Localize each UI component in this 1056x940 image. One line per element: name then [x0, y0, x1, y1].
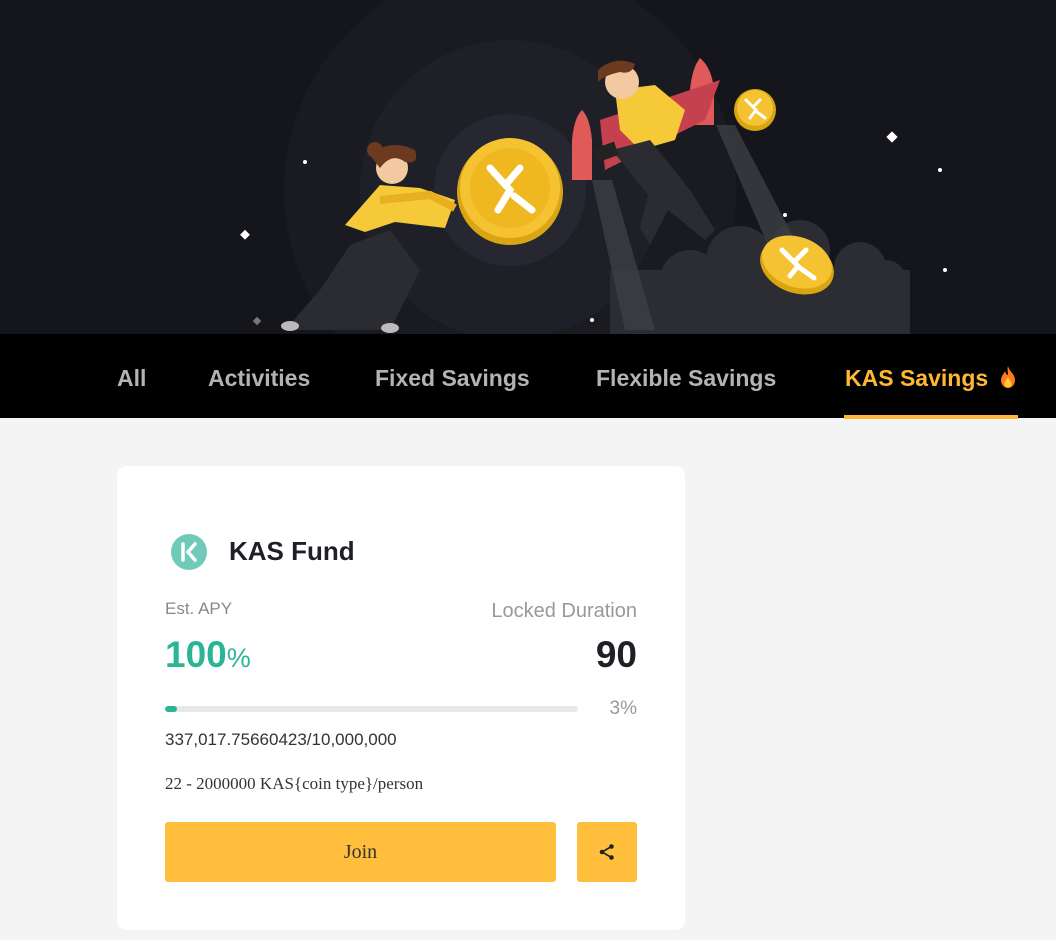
kas-coin-icon [169, 532, 209, 572]
subscription-progress-bar [165, 706, 578, 712]
hero-illustration [240, 0, 947, 334]
hero-banner [0, 0, 1056, 334]
progress-percent: 3% [609, 698, 637, 719]
share-icon [599, 844, 614, 860]
progress-fill [165, 706, 178, 712]
tab-label: Flexible Savings [596, 365, 777, 391]
apy-number: 100 [165, 634, 227, 675]
tab-label: Activities [208, 365, 311, 391]
active-tab-indicator [844, 415, 1018, 419]
apy-unit: % [226, 643, 251, 673]
tab-all[interactable]: All [117, 334, 146, 418]
tab-activities[interactable]: Activities [208, 334, 310, 418]
apy-label: Est. APY [165, 599, 233, 618]
share-button[interactable] [577, 822, 637, 882]
flame-icon [999, 337, 1017, 425]
apy-value: 100% [165, 634, 251, 676]
tab-label: KAS Savings [845, 365, 989, 391]
locked-duration-label: Locked Duration [491, 600, 637, 622]
subscribed-amount: 337,017.75660423/10,000,000 [165, 730, 397, 749]
tab-fixed-savings[interactable]: Fixed Savings [375, 334, 530, 418]
product-card: KAS Fund Est. APY 100% Locked Duration 9… [117, 466, 685, 930]
tab-kas-savings[interactable]: KAS Savings [844, 334, 1018, 419]
tab-label: All [117, 365, 147, 391]
tab-label: Fixed Savings [375, 365, 530, 391]
join-button[interactable]: Join [165, 822, 556, 882]
locked-duration-value: 90 [595, 634, 637, 675]
tab-flexible-savings[interactable]: Flexible Savings [596, 334, 776, 418]
category-tabs: All Activities Fixed Savings Flexible Sa… [0, 334, 1056, 419]
fund-title: KAS Fund [229, 536, 355, 566]
purchase-limit: 22 - 2000000 KAS{coin type}/person [165, 774, 424, 793]
